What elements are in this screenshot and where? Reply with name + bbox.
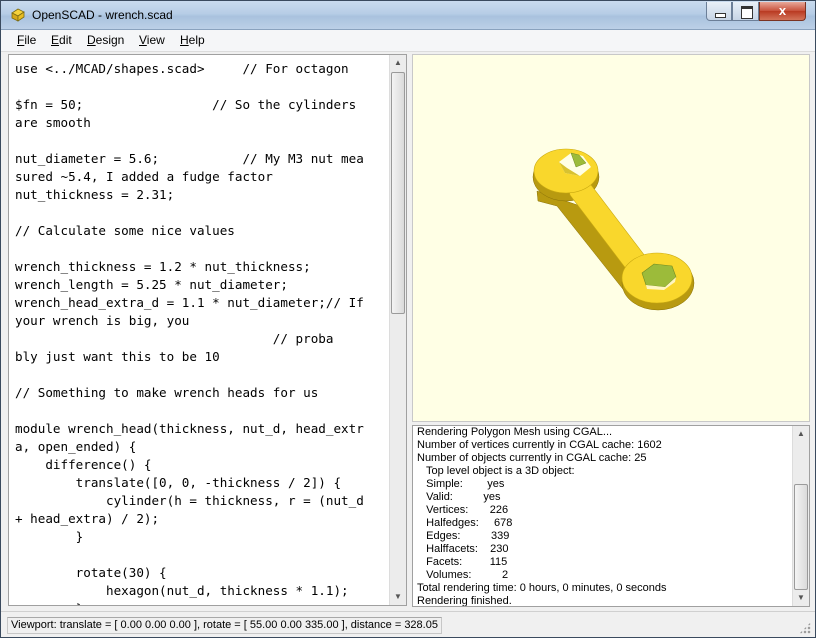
code-line[interactable]: + head_extra) / 2); — [15, 510, 364, 528]
code-line[interactable] — [15, 546, 364, 564]
console-line: Rendering Polygon Mesh using CGAL... — [417, 426, 613, 438]
console-scroll-down-icon[interactable]: ▼ — [793, 590, 809, 606]
code-text[interactable]: use <../MCAD/shapes.scad> // For octagon… — [15, 60, 364, 605]
console-scrollbar[interactable]: ▲ ▼ — [792, 426, 809, 606]
console-text: Rendering Polygon Mesh using CGAL... Numb… — [417, 426, 667, 607]
editor-scrollbar[interactable]: ▲ ▼ — [389, 55, 406, 605]
code-line[interactable] — [15, 402, 364, 420]
console-scroll-thumb[interactable] — [794, 484, 808, 590]
title-bar[interactable]: OpenSCAD - wrench.scad x — [1, 1, 815, 30]
code-line[interactable]: difference() { — [15, 456, 364, 474]
console-line: Vertices: 226 — [417, 504, 509, 516]
console-line: Edges: 339 — [417, 530, 510, 542]
code-line[interactable]: nut_thickness = 2.31; — [15, 186, 364, 204]
editor-scroll-thumb[interactable] — [391, 72, 405, 314]
menu-view[interactable]: View — [139, 33, 165, 47]
console-line: Number of vertices currently in CGAL cac… — [417, 439, 662, 451]
scroll-up-icon[interactable]: ▲ — [390, 55, 406, 71]
openscad-app-icon — [11, 8, 25, 22]
maximize-button[interactable] — [732, 2, 759, 21]
code-line[interactable]: cylinder(h = thickness, r = (nut_d — [15, 492, 364, 510]
console-line: Top level object is a 3D object: — [417, 465, 575, 477]
3d-viewport[interactable] — [412, 54, 810, 422]
console-line: Halfedges: 678 — [417, 517, 513, 529]
code-line[interactable]: use <../MCAD/shapes.scad> // For octagon — [15, 60, 364, 78]
code-line[interactable]: wrench_length = 5.25 * nut_diameter; — [15, 276, 364, 294]
scroll-down-icon[interactable]: ▼ — [390, 589, 406, 605]
resize-grip-icon[interactable] — [799, 622, 811, 634]
console-line: Halffacets: 230 — [417, 543, 509, 555]
console-line: Number of objects currently in CGAL cach… — [417, 452, 647, 464]
code-line[interactable]: rotate(30) { — [15, 564, 364, 582]
console-line: Simple: yes — [417, 478, 505, 490]
code-line[interactable]: wrench_head_extra_d = 1.1 * nut_diameter… — [15, 294, 364, 312]
code-line[interactable] — [15, 366, 364, 384]
code-editor[interactable]: use <../MCAD/shapes.scad> // For octagon… — [8, 54, 407, 606]
code-line[interactable] — [15, 132, 364, 150]
viewport-status: Viewport: translate = [ 0.00 0.00 0.00 ]… — [7, 617, 442, 634]
menu-help[interactable]: Help — [180, 33, 205, 47]
console-output[interactable]: Rendering Polygon Mesh using CGAL... Numb… — [412, 425, 810, 607]
console-line: Rendering finished. — [417, 595, 512, 607]
code-line[interactable] — [15, 78, 364, 96]
console-line: Volumes: 2 — [417, 569, 509, 581]
code-line[interactable]: nut_diameter = 5.6; // My M3 nut mea — [15, 150, 364, 168]
console-line: Valid: yes — [417, 491, 501, 503]
code-line[interactable]: hexagon(nut_d, thickness * 1.1); — [15, 582, 364, 600]
code-line[interactable]: } — [15, 528, 364, 546]
menu-bar: File Edit Design View Help — [1, 30, 815, 52]
code-line[interactable]: bly just want this to be 10 — [15, 348, 364, 366]
code-line[interactable]: // Something to make wrench heads for us — [15, 384, 364, 402]
window-title: OpenSCAD - wrench.scad — [32, 8, 173, 22]
code-line[interactable]: a, open_ended) { — [15, 438, 364, 456]
console-line: Total rendering time: 0 hours, 0 minutes… — [417, 582, 667, 594]
code-line[interactable] — [15, 204, 364, 222]
code-line[interactable]: wrench_thickness = 1.2 * nut_thickness; — [15, 258, 364, 276]
code-line[interactable]: sured ~5.4, I added a fudge factor — [15, 168, 364, 186]
console-line: Facets: 115 — [417, 556, 508, 568]
code-line[interactable]: your wrench is big, you — [15, 312, 364, 330]
close-icon: x — [778, 3, 787, 18]
menu-design[interactable]: Design — [87, 33, 124, 47]
close-button[interactable]: x — [759, 2, 806, 21]
menu-file[interactable]: File — [17, 33, 36, 47]
code-line[interactable]: $fn = 50; // So the cylinders — [15, 96, 364, 114]
console-scroll-up-icon[interactable]: ▲ — [793, 426, 809, 442]
code-line[interactable]: are smooth — [15, 114, 364, 132]
minimize-button[interactable] — [706, 2, 732, 21]
status-bar: Viewport: translate = [ 0.00 0.00 0.00 ]… — [1, 611, 815, 637]
code-line[interactable]: // proba — [15, 330, 364, 348]
code-line[interactable]: } — [15, 600, 364, 605]
code-line[interactable]: // Calculate some nice values — [15, 222, 364, 240]
code-line[interactable]: translate([0, 0, -thickness / 2]) { — [15, 474, 364, 492]
menu-edit[interactable]: Edit — [51, 33, 72, 47]
wrench-model — [532, 148, 695, 311]
code-line[interactable]: module wrench_head(thickness, nut_d, hea… — [15, 420, 364, 438]
openscad-window: OpenSCAD - wrench.scad x File Edit Desig… — [0, 0, 816, 638]
code-line[interactable] — [15, 240, 364, 258]
